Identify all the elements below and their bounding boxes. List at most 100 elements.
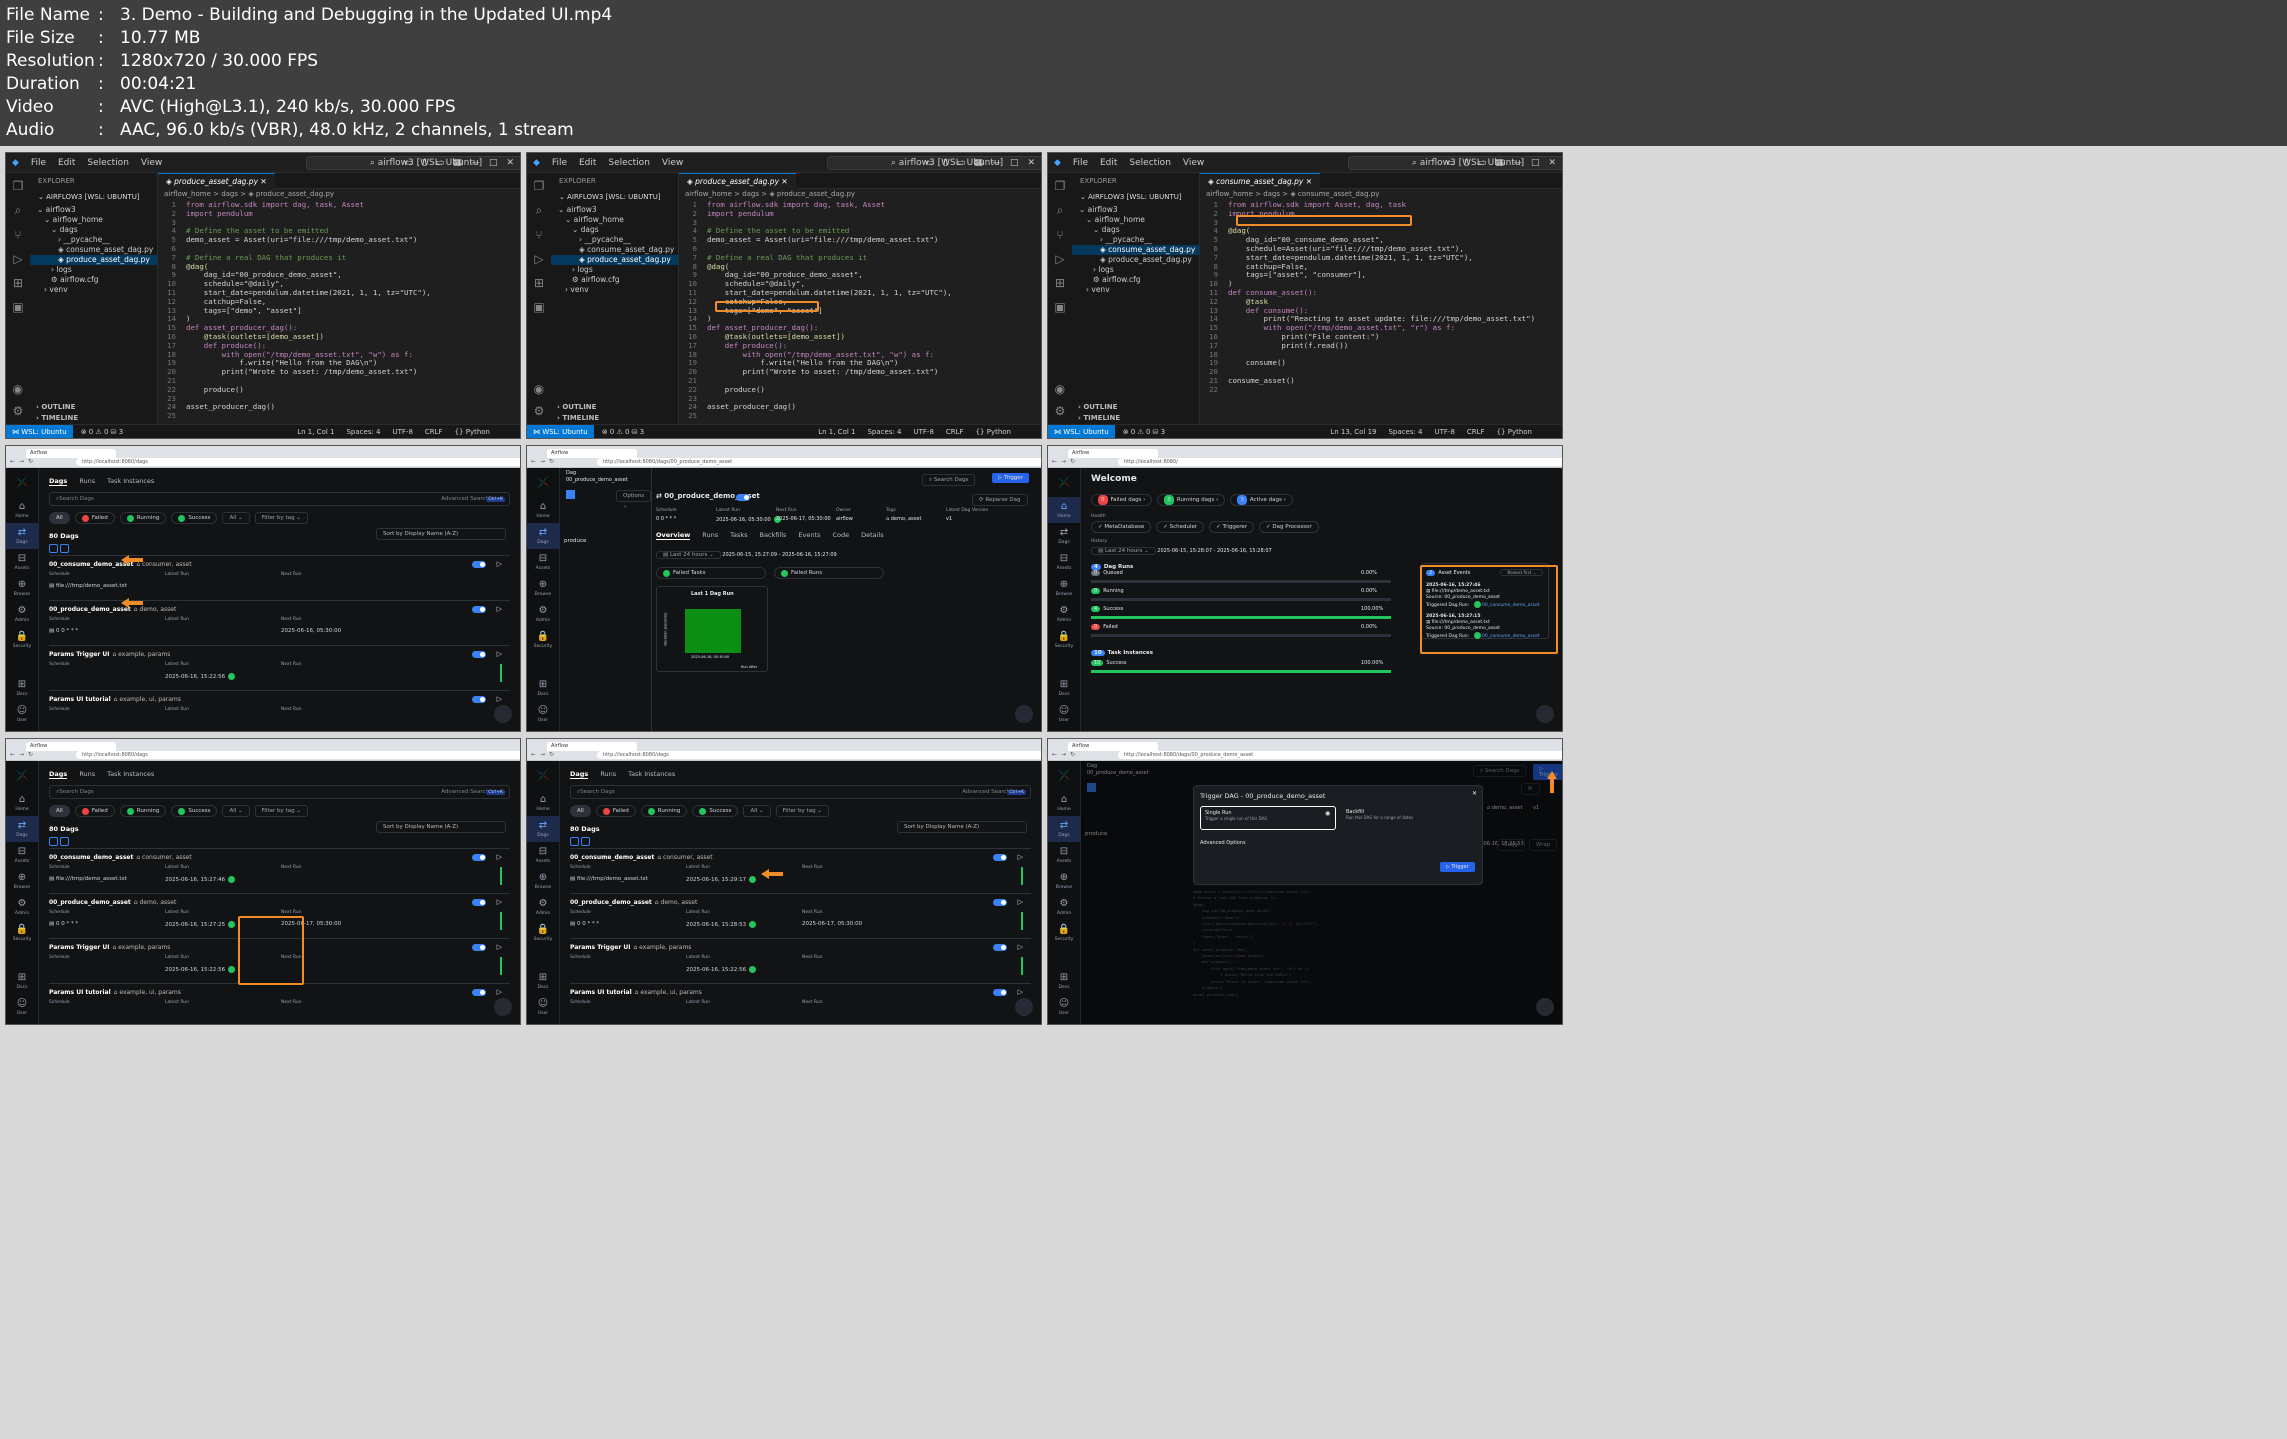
floating-action-icon[interactable]: [1536, 705, 1554, 723]
rail-admin[interactable]: ⚙ Admin: [6, 601, 39, 627]
address-bar[interactable]: http://localhost:8080/dags: [76, 458, 520, 466]
airflow-logo-icon[interactable]: [1055, 473, 1073, 491]
workspace-root[interactable]: ⌄ AIRFLOW3 [WSL: UBUNTU]: [30, 189, 157, 205]
advanced-options-toggle[interactable]: Advanced Options: [1200, 840, 1246, 846]
filter-by-tag[interactable]: Filter by tag ⌄: [775, 805, 829, 817]
close-icon[interactable]: ✕: [1472, 790, 1477, 797]
extensions-icon[interactable]: ⊞: [13, 276, 23, 290]
filter-by-tag[interactable]: Filter by tag ⌄: [254, 805, 308, 817]
dag-search[interactable]: ⌕ Search Dags: [922, 474, 976, 486]
single-run-option[interactable]: Single Run Trigger a single run of this D…: [1200, 806, 1336, 830]
dag-card[interactable]: 00_produce_demo_asset ⌂ demo, asset Schedu…: [49, 600, 510, 643]
reparse-button[interactable]: ⟳ Reparse Dag: [972, 494, 1028, 506]
failed-dags-stat[interactable]: 0 Failed dags ›: [1091, 494, 1153, 506]
tree-item[interactable]: › venv: [1072, 285, 1199, 295]
airflow-logo-icon[interactable]: [13, 766, 31, 784]
subtab-code[interactable]: Code: [832, 531, 849, 539]
latest-run-value[interactable]: 2025-06-16, 15:29:17: [686, 876, 757, 883]
tree-item[interactable]: ⌄ airflow3: [551, 205, 678, 215]
trigger-play-icon[interactable]: ▷: [1018, 988, 1023, 996]
run-debug-icon[interactable]: ▷: [534, 252, 543, 266]
trigger-play-icon[interactable]: ▷: [497, 605, 502, 613]
floating-action-icon[interactable]: [494, 998, 512, 1016]
layout-icon[interactable]: ▭: [1446, 158, 1455, 168]
list-view-icon[interactable]: [60, 837, 69, 846]
extensions-icon[interactable]: ⊞: [1055, 276, 1065, 290]
tree-item[interactable]: › __pycache__: [30, 235, 157, 245]
dag-card[interactable]: 00_produce_demo_asset ⌂ demo, asset Schedu…: [570, 893, 1031, 936]
tree-item[interactable]: ◈ consume_asset_dag.py: [551, 245, 678, 255]
workspace-root[interactable]: ⌄ AIRFLOW3 [WSL: UBUNTU]: [1072, 189, 1199, 205]
filter-running[interactable]: Running: [119, 805, 167, 817]
sidebar-icon[interactable]: ▯: [1464, 158, 1469, 168]
tree-item[interactable]: ◈ consume_asset_dag.py: [1072, 245, 1199, 255]
close-button[interactable]: ✕: [1027, 158, 1035, 168]
settings-gear-icon[interactable]: ⚙: [534, 404, 545, 418]
rail-user[interactable]: ☺ User: [6, 994, 39, 1020]
trigger-play-icon[interactable]: ▷: [497, 943, 502, 951]
rail-security[interactable]: 🔒 Security: [1048, 920, 1081, 946]
dag-name[interactable]: Params UI tutorial ⌂ example, ui, params: [49, 989, 181, 996]
minimize-button[interactable]: —: [992, 158, 1001, 168]
close-button[interactable]: ✕: [506, 158, 514, 168]
pause-toggle[interactable]: [472, 854, 486, 861]
filter-running[interactable]: Running: [119, 512, 167, 524]
tree-item[interactable]: ⚙ airflow.cfg: [30, 275, 157, 285]
menu-edit[interactable]: Edit: [1100, 158, 1117, 168]
event-run-link[interactable]: 00_consume_demo_asset: [1481, 634, 1540, 639]
pause-toggle[interactable]: [736, 494, 750, 501]
rail-assets[interactable]: ⊟ Assets: [1048, 549, 1081, 575]
tree-item[interactable]: ⌄ dags: [551, 225, 678, 235]
address-bar[interactable]: http://localhost:8080/dags: [597, 751, 1041, 759]
settings-gear-icon[interactable]: ⚙: [1055, 404, 1066, 418]
remote-indicator[interactable]: ⋈ WSL: Ubuntu: [527, 424, 594, 438]
tree-item[interactable]: ⌄ airflow3: [1072, 205, 1199, 215]
editor-tab[interactable]: ◈ consume_asset_dag.py ✕: [1200, 173, 1321, 189]
browser-tab[interactable]: Airflow: [547, 449, 637, 458]
pause-toggle[interactable]: [472, 651, 486, 658]
browser-nav-buttons[interactable]: ←→↻: [531, 751, 558, 758]
tree-item[interactable]: › logs: [30, 265, 157, 275]
rail-browse[interactable]: ⊕ Browse: [6, 868, 39, 894]
dag-name[interactable]: Params UI tutorial ⌂ example, ui, params: [49, 696, 181, 703]
trigger-play-icon[interactable]: ▷: [497, 560, 502, 568]
source-control-icon[interactable]: ⑂: [535, 228, 542, 242]
advanced-search-link[interactable]: Advanced Search: [962, 789, 1010, 795]
graph-view-icon[interactable]: [566, 490, 575, 499]
trigger-play-icon[interactable]: ▷: [497, 988, 502, 996]
subtab-details[interactable]: Details: [861, 531, 884, 539]
latest-run-value[interactable]: 2025-06-16, 15:27:25: [165, 921, 236, 928]
rail-docs[interactable]: ⊞ Docs: [6, 968, 39, 994]
remote-indicator[interactable]: ⋈ WSL: Ubuntu: [1048, 424, 1115, 438]
tree-item[interactable]: ◈ produce_asset_dag.py: [551, 255, 678, 265]
code-editor[interactable]: 1 from airflow.sdk import Asset, dag, tas…: [1200, 200, 1562, 395]
files-icon[interactable]: ❐: [13, 179, 24, 193]
code-editor[interactable]: 1 from airflow.sdk import dag, task, Asse…: [158, 200, 520, 421]
rail-docs[interactable]: ⊞ Docs: [527, 968, 560, 994]
trigger-play-icon[interactable]: ▷: [1018, 943, 1023, 951]
airflow-logo-icon[interactable]: [13, 473, 31, 491]
trigger-play-icon[interactable]: ▷: [497, 853, 502, 861]
rail-dags[interactable]: ⇄ Dags: [6, 523, 39, 549]
subtab-overview[interactable]: Overview: [656, 531, 691, 540]
status-item[interactable]: UTF-8: [914, 428, 934, 436]
files-icon[interactable]: ❐: [1055, 179, 1066, 193]
card-view-icon[interactable]: [49, 837, 58, 846]
rail-browse[interactable]: ⊕ Browse: [527, 575, 560, 601]
pause-toggle[interactable]: [472, 606, 486, 613]
outline-section[interactable]: › OUTLINE: [551, 402, 678, 413]
minimize-button[interactable]: —: [1513, 158, 1522, 168]
tab-runs[interactable]: Runs: [79, 477, 95, 485]
rail-dags[interactable]: ⇄ Dags: [6, 816, 39, 842]
status-item[interactable]: UTF-8: [1435, 428, 1455, 436]
dag-card[interactable]: Params UI tutorial ⌂ example, ui, params S…: [570, 983, 1031, 1024]
filter-all-select[interactable]: All ⌄: [222, 512, 250, 524]
latest-run-value[interactable]: 2025-06-16, 15:22:56: [686, 966, 757, 973]
browser-nav-buttons[interactable]: ←→↻: [1052, 751, 1079, 758]
maximize-button[interactable]: □: [1531, 158, 1540, 168]
menu-view[interactable]: View: [662, 158, 683, 168]
trigger-play-icon[interactable]: ▷: [497, 898, 502, 906]
advanced-search-link[interactable]: Advanced Search: [441, 496, 489, 502]
timeline-section[interactable]: › TIMELINE: [1072, 413, 1199, 424]
workspace-root[interactable]: ⌄ AIRFLOW3 [WSL: UBUNTU]: [551, 189, 678, 205]
